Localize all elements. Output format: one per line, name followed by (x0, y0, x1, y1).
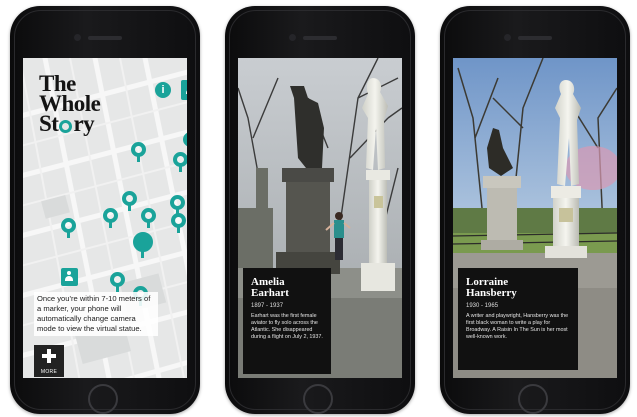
phone-map: The Whole St ry i Once you're within 7-10… (10, 6, 200, 414)
plus-icon (42, 349, 56, 363)
more-button[interactable]: MORE (34, 345, 64, 377)
app-logo: The Whole St ry (39, 72, 101, 136)
statue-name-last: Hansberry (466, 287, 517, 299)
map-marker[interactable] (183, 132, 187, 152)
statue-years: 1897 - 1937 (251, 303, 284, 309)
map-screen[interactable]: The Whole St ry i Once you're within 7-10… (23, 58, 187, 378)
map-marker[interactable] (103, 208, 118, 228)
home-button[interactable] (518, 384, 548, 414)
home-button[interactable] (303, 384, 333, 414)
map-marker[interactable] (131, 142, 146, 162)
ar-camera-screen[interactable]: Amelia Earhart 1897 - 1937 Earhart was t… (238, 58, 402, 378)
map-marker[interactable] (173, 152, 187, 172)
map-marker-active[interactable] (133, 232, 153, 258)
user-location-marker[interactable] (61, 268, 78, 286)
front-camera (504, 34, 511, 41)
ar-camera-screen[interactable]: Lorraine Hansberry 1930 - 1965 A writer … (453, 58, 617, 378)
info-button[interactable]: i (155, 82, 171, 98)
statue-bio: A writer and playwright, Hansberry was t… (466, 313, 569, 340)
statue-name-last: Earhart (251, 287, 289, 299)
proximity-hint: Once you're within 7-10 meters of a mark… (34, 292, 158, 336)
map-marker[interactable] (170, 195, 185, 215)
statue-bio: Earhart was the first female aviator to … (251, 313, 323, 340)
map-marker[interactable] (122, 191, 137, 211)
map-marker[interactable] (110, 272, 125, 292)
earpiece-speaker (518, 36, 552, 40)
earpiece-speaker (88, 36, 122, 40)
info-icon: i (161, 84, 165, 96)
person-icon (186, 84, 187, 96)
pin-letter-icon (59, 120, 73, 133)
map-marker[interactable] (61, 218, 76, 238)
map-marker[interactable] (141, 208, 156, 228)
logo-text-ry: ry (73, 111, 95, 136)
map-marker[interactable] (171, 213, 186, 233)
phone-earhart: Amelia Earhart 1897 - 1937 Earhart was t… (225, 6, 415, 414)
front-camera (289, 34, 296, 41)
logo-text-st: St (39, 111, 59, 136)
statue-years: 1930 - 1965 (466, 303, 499, 309)
profile-button[interactable] (181, 80, 187, 100)
earpiece-speaker (303, 36, 337, 40)
person-icon (65, 271, 73, 283)
logo-line-3: St ry (39, 111, 100, 136)
statue-info-card[interactable]: Amelia Earhart 1897 - 1937 Earhart was t… (243, 268, 331, 374)
front-camera (74, 34, 81, 41)
statue-info-card[interactable]: Lorraine Hansberry 1930 - 1965 A writer … (458, 268, 578, 370)
home-button[interactable] (88, 384, 118, 414)
phone-hansberry: Lorraine Hansberry 1930 - 1965 A writer … (440, 6, 630, 414)
more-label: MORE (40, 369, 58, 375)
